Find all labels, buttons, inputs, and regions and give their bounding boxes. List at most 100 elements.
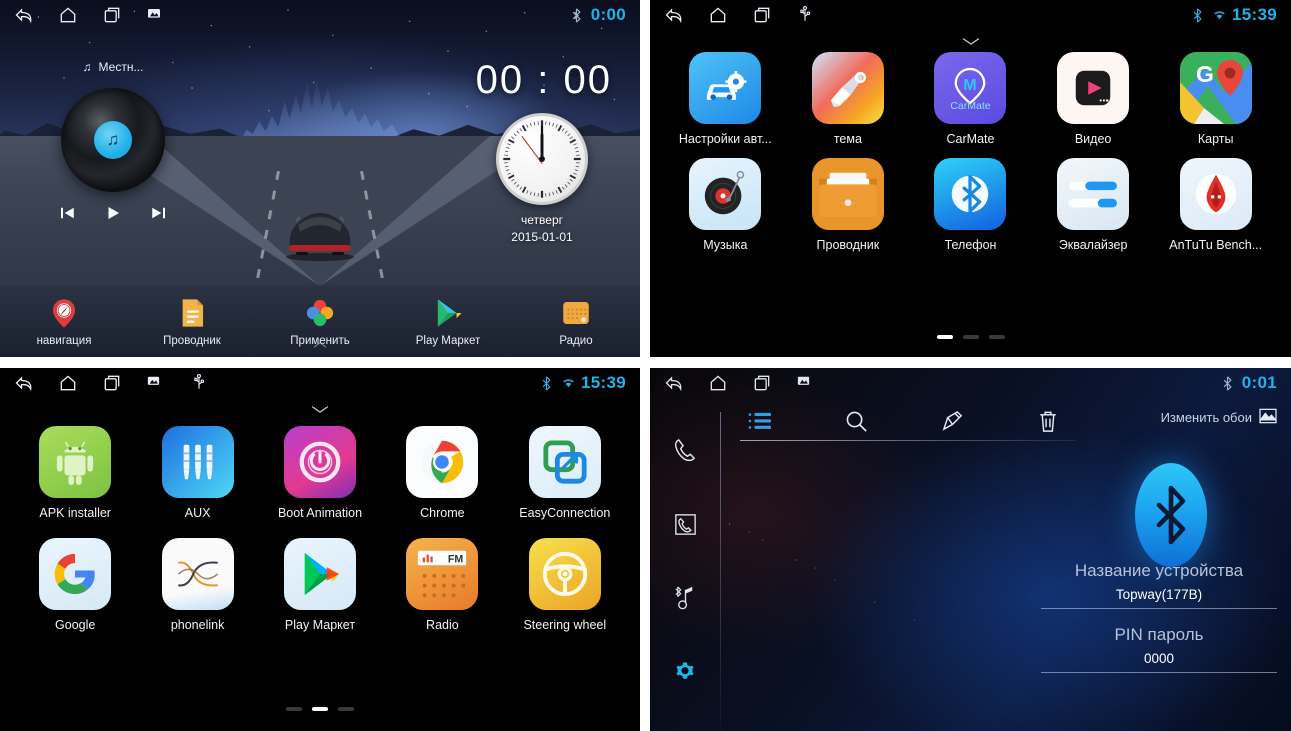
- app-boot-animation[interactable]: Boot Animation: [259, 426, 381, 520]
- car-settings-icon: [689, 52, 762, 124]
- app-aux[interactable]: AUX: [136, 426, 258, 520]
- app-steering-wheel[interactable]: Steering wheel: [504, 538, 626, 632]
- radio-icon: [559, 296, 593, 330]
- recents-icon[interactable]: [752, 373, 772, 393]
- status-bar-clock: 15:39: [1232, 5, 1277, 24]
- app-equalizer[interactable]: Эквалайзер: [1032, 158, 1155, 252]
- page-dot-1[interactable]: [936, 335, 953, 339]
- edit-pen-icon[interactable]: [937, 406, 967, 436]
- app-label: CarMate: [946, 132, 995, 146]
- music-note-icon: ♫: [82, 60, 92, 74]
- svg-text:M: M: [964, 75, 977, 93]
- file-explorer-icon: [811, 158, 884, 230]
- home-icon[interactable]: [58, 373, 78, 393]
- music-source-row: ♫ Местн...: [24, 60, 202, 74]
- back-icon[interactable]: [14, 5, 34, 25]
- app-label: Проводник: [816, 238, 880, 252]
- app-phonelink[interactable]: phonelink: [136, 538, 258, 632]
- app-chrome[interactable]: Chrome: [381, 426, 503, 520]
- list-icon[interactable]: [745, 406, 775, 436]
- app-label: Музыка: [703, 238, 748, 252]
- home-icon[interactable]: [708, 373, 728, 393]
- status-bar-indicators: 15:39: [541, 373, 640, 393]
- page-dot-3[interactable]: [338, 707, 354, 711]
- home-icon[interactable]: [58, 5, 78, 25]
- status-bar-indicators: 0:00: [571, 5, 640, 25]
- page-dot-2[interactable]: [962, 335, 979, 339]
- video-player-icon: [1057, 52, 1130, 124]
- home-icon[interactable]: [708, 5, 728, 25]
- sidebar-divider: [720, 412, 721, 731]
- dock-item-file-manager[interactable]: Проводник: [137, 296, 247, 347]
- bluetooth-music-icon[interactable]: [670, 583, 700, 613]
- app-label: Эквалайзер: [1058, 238, 1128, 252]
- contacts-icon[interactable]: [670, 510, 700, 540]
- settings-gear-icon[interactable]: [670, 657, 700, 687]
- back-icon[interactable]: [664, 5, 684, 25]
- app-label: APK installer: [39, 506, 111, 520]
- file-manager-icon: [175, 296, 209, 330]
- status-bar: 15:39: [650, 0, 1291, 30]
- app-music[interactable]: Музыка: [664, 158, 787, 252]
- vinyl-disc[interactable]: ♫: [61, 88, 165, 192]
- app-label: Boot Animation: [277, 506, 363, 520]
- dock-item-radio[interactable]: Радио: [521, 296, 631, 347]
- app-easyconnection[interactable]: EasyConnection: [504, 426, 626, 520]
- chevron-down-icon[interactable]: [309, 402, 331, 420]
- dock-item-play-store[interactable]: Play Маркет: [393, 296, 503, 347]
- app-maps[interactable]: G Карты: [1154, 52, 1277, 146]
- app-radio[interactable]: FM Radio: [381, 538, 503, 632]
- app-apk-installer[interactable]: APK installer: [14, 426, 136, 520]
- back-icon[interactable]: [664, 373, 684, 393]
- app-label: Видео: [1074, 132, 1112, 146]
- dialpad-phone-icon[interactable]: [670, 436, 700, 466]
- search-icon[interactable]: [841, 406, 871, 436]
- recents-icon[interactable]: [752, 5, 772, 25]
- app-label: Radio: [426, 618, 459, 632]
- page-dot-2[interactable]: [312, 707, 328, 711]
- bluetooth-icon: [1192, 8, 1205, 23]
- play-button[interactable]: [103, 204, 123, 222]
- chevron-down-icon[interactable]: [960, 34, 982, 52]
- pin-password-value[interactable]: 0000: [1041, 651, 1277, 673]
- trash-icon[interactable]: [1033, 406, 1063, 436]
- status-bar-nav-icons: [0, 5, 166, 25]
- screenshot-icon[interactable]: [796, 373, 816, 393]
- app-car-settings[interactable]: Настройки авт...: [664, 52, 787, 146]
- radio-fm-icon: FM: [406, 538, 479, 610]
- app-antutu[interactable]: AnTuTu Bench...: [1154, 158, 1277, 252]
- chrome-icon: [406, 426, 479, 498]
- usb-icon[interactable]: [190, 373, 210, 393]
- dock-label: навигация: [36, 334, 92, 347]
- page-dot-1[interactable]: [286, 707, 302, 711]
- app-play-store[interactable]: Play Маркет: [259, 538, 381, 632]
- dock-item-navigation[interactable]: навигация: [9, 296, 119, 347]
- device-name-value[interactable]: Topway(177B): [1041, 587, 1277, 609]
- app-theme[interactable]: тема: [787, 52, 910, 146]
- recents-icon[interactable]: [102, 5, 122, 25]
- home-indicator-icon: [311, 337, 329, 355]
- recents-icon[interactable]: [102, 373, 122, 393]
- status-bar-nav-icons: [650, 373, 816, 393]
- next-track-button[interactable]: [149, 204, 169, 222]
- previous-track-button[interactable]: [57, 204, 77, 222]
- page-dot-3[interactable]: [988, 335, 1005, 339]
- music-widget[interactable]: ♫ Местн... ♫: [24, 60, 202, 222]
- screenshot-icon[interactable]: [146, 5, 166, 25]
- status-bar-nav-icons: [0, 373, 210, 393]
- app-label: phonelink: [170, 618, 225, 632]
- usb-icon[interactable]: [796, 5, 816, 25]
- app-file-explorer[interactable]: Проводник: [787, 158, 910, 252]
- field-spacer: [1041, 609, 1277, 625]
- app-video[interactable]: Видео: [1032, 52, 1155, 146]
- app-carmate[interactable]: M CarMate CarMate: [909, 52, 1032, 146]
- device-name-label: Название устройства: [1074, 561, 1244, 580]
- screenshot-icon[interactable]: [146, 373, 166, 393]
- bluetooth-large-icon: [1134, 463, 1207, 567]
- analog-clock: [496, 113, 588, 205]
- back-icon[interactable]: [14, 373, 34, 393]
- app-google[interactable]: Google: [14, 538, 136, 632]
- change-wallpaper-button[interactable]: Изменить обои: [1161, 408, 1277, 427]
- app-phone[interactable]: Телефон: [909, 158, 1032, 252]
- status-bar: 0:01: [650, 368, 1291, 398]
